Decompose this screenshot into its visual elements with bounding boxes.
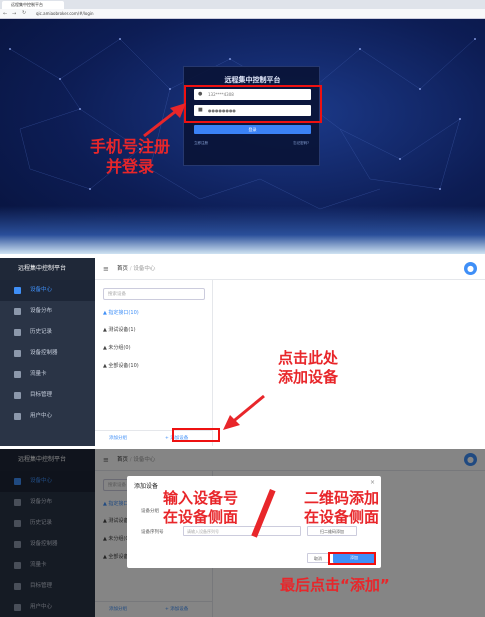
avatar[interactable]: ● bbox=[464, 262, 477, 275]
annotation-arrow-2 bbox=[223, 394, 265, 430]
cancel-button[interactable]: 取消 bbox=[307, 553, 329, 563]
device-search-input[interactable]: 搜索设备 bbox=[103, 288, 205, 300]
login-title: 远程集中控制平台 bbox=[224, 76, 281, 84]
sim-card-icon bbox=[14, 371, 21, 378]
sidebar-item-target[interactable]: 目标管理 bbox=[0, 385, 95, 406]
sidebar-item-label: 历史记录 bbox=[30, 329, 53, 335]
breadcrumb-separator: / bbox=[129, 266, 132, 272]
annotation-arrow-1 bbox=[143, 103, 186, 138]
location-icon bbox=[14, 308, 21, 315]
annotation-2-line1: 点击此处 bbox=[277, 349, 338, 367]
controller-icon bbox=[14, 350, 21, 357]
device-serial-label: 设备序列号 bbox=[141, 530, 164, 535]
history-icon bbox=[14, 329, 21, 336]
sidebar-item-sim-card[interactable]: 流量卡 bbox=[0, 364, 95, 385]
device-group-label: 设备分组 bbox=[141, 509, 159, 514]
forward-icon[interactable]: → bbox=[12, 11, 16, 17]
tree-node[interactable]: ▲ 指定接口(10) bbox=[103, 309, 139, 316]
annotation-3-right-line1: 二维码添加 bbox=[304, 489, 380, 507]
annotation-add-device: 点击此处 添加设备 bbox=[260, 349, 356, 387]
sidebar-item-device-map[interactable]: 设备分布 bbox=[0, 301, 95, 322]
sidebar-item-label: 目标管理 bbox=[30, 392, 53, 398]
browser-tab-bar: 远程集中控制平台 bbox=[0, 0, 485, 9]
annotation-3-left-line2: 在设备侧面 bbox=[163, 508, 239, 526]
breadcrumb-home[interactable]: 首页 bbox=[117, 266, 128, 272]
highlight-box-add-button bbox=[328, 552, 376, 565]
device-tree-panel: 搜索设备 ▲ 指定接口(10) ▲ 测试设备(1) ▲ 未分组(0) ▲ 全部设… bbox=[95, 280, 213, 446]
sidebar-item-label: 流量卡 bbox=[30, 371, 47, 377]
sidebar-item-label: 设备分布 bbox=[30, 308, 53, 314]
sidebar-item-history[interactable]: 历史记录 bbox=[0, 322, 95, 343]
back-icon[interactable]: ← bbox=[3, 11, 7, 17]
annotation-register-login: 手机号注册 并登录 bbox=[60, 137, 200, 177]
login-button[interactable]: 登录 bbox=[194, 125, 311, 134]
annotation-1-line2: 并登录 bbox=[105, 157, 154, 176]
sidebar-item-user-center[interactable]: 用户中心 bbox=[0, 406, 95, 427]
annotation-serial-number: 输入设备号 在设备侧面 bbox=[163, 489, 283, 527]
annotation-2-line2: 添加设备 bbox=[277, 368, 338, 386]
tree-node[interactable]: ▲ 未分组(0) bbox=[103, 344, 131, 351]
sidebar-title: 远程集中控制平台 bbox=[0, 258, 95, 280]
tree-node[interactable]: ▲ 全部设备(10) bbox=[103, 362, 139, 369]
browser-tab[interactable]: 远程集中控制平台 bbox=[2, 1, 64, 9]
sidebar-item-label: 用户中心 bbox=[30, 413, 53, 419]
sidebar-item-label: 设备控制器 bbox=[30, 350, 58, 356]
breadcrumb-current: 设备中心 bbox=[133, 266, 156, 272]
sidebar-item-device-center[interactable]: 设备中心 bbox=[0, 280, 95, 301]
annotation-1-line1: 手机号注册 bbox=[89, 137, 170, 156]
device-icon bbox=[14, 287, 21, 294]
user-center-icon bbox=[14, 413, 21, 420]
login-screenshot: 远程集中控制平台 ← → ↻ qic.amiaobroker.com/#/log… bbox=[0, 0, 485, 254]
close-icon[interactable]: × bbox=[370, 479, 375, 486]
globe-horizon bbox=[0, 206, 485, 254]
tree-node[interactable]: ▲ 测试设备(1) bbox=[103, 326, 136, 333]
highlight-box-add-device bbox=[172, 428, 220, 442]
dialog-title: 添加设备 bbox=[134, 483, 159, 490]
device-serial-input[interactable]: 请输入设备序列号 bbox=[183, 526, 301, 536]
sidebar-item-label: 设备中心 bbox=[30, 287, 53, 293]
annotation-3-right-line2: 在设备侧面 bbox=[304, 508, 380, 526]
highlight-box-inputs bbox=[184, 85, 322, 123]
browser-tab-title: 远程集中控制平台 bbox=[11, 2, 43, 7]
scan-qr-button[interactable]: 扫二维码添加 bbox=[307, 526, 357, 536]
top-bar: ≡ 首页 / 设备中心 ● bbox=[95, 258, 485, 280]
browser-address-bar[interactable]: ← → ↻ qic.amiaobroker.com/#/login bbox=[0, 9, 485, 19]
sidebar: 远程集中控制平台 设备中心 设备分布 历史记录 设备控制器 流量卡 目标管理 用… bbox=[0, 258, 95, 446]
reload-icon[interactable]: ↻ bbox=[22, 10, 26, 16]
url-text: qic.amiaobroker.com/#/login bbox=[36, 11, 94, 16]
sidebar-item-controller[interactable]: 设备控制器 bbox=[0, 343, 95, 364]
annotation-qr-code: 二维码添加 在设备侧面 bbox=[304, 489, 424, 527]
add-group-button[interactable]: 添加分组 bbox=[109, 431, 127, 446]
target-icon bbox=[14, 392, 21, 399]
annotation-3-left-line1: 输入设备号 bbox=[163, 489, 239, 507]
breadcrumb: 首页 / 设备中心 bbox=[117, 258, 155, 280]
forgot-password-link[interactable]: 忘记密码? bbox=[293, 141, 309, 146]
annotation-click-add: 最后点击“添加” bbox=[280, 576, 390, 594]
menu-toggle-icon[interactable]: ≡ bbox=[103, 265, 109, 273]
